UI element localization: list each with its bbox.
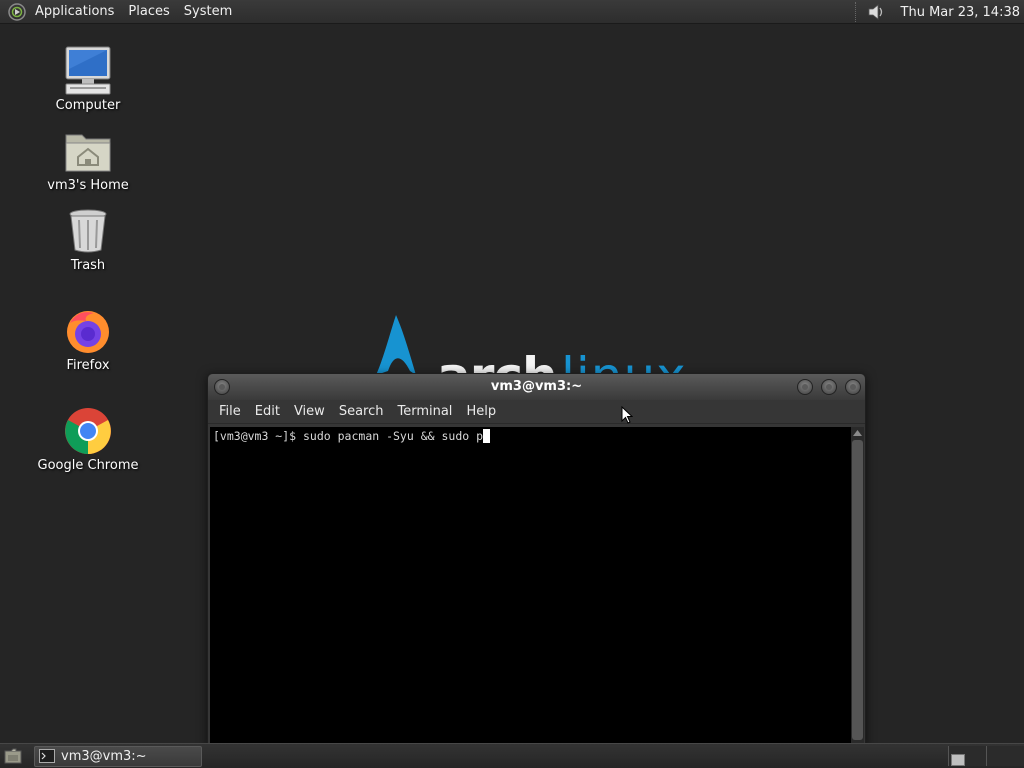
- workspace-1[interactable]: [948, 746, 986, 766]
- show-desktop-icon[interactable]: [2, 745, 24, 767]
- firefox-icon: [62, 305, 114, 357]
- home-folder-icon: [62, 125, 114, 177]
- menu-view[interactable]: View: [287, 400, 332, 424]
- desktop-icon-firefox[interactable]: Firefox: [33, 305, 143, 373]
- terminal-scrollbar[interactable]: [851, 427, 864, 745]
- desktop-icon-label: Computer: [55, 98, 121, 113]
- desktop-icon-home[interactable]: vm3's Home: [33, 125, 143, 193]
- bottom-panel: vm3@vm3:~: [0, 743, 1024, 768]
- computer-icon: [62, 45, 114, 97]
- workspace-2[interactable]: [986, 746, 1024, 766]
- places-menu[interactable]: Places: [121, 0, 176, 24]
- scroll-up-arrow-icon[interactable]: [851, 427, 864, 439]
- menu-help[interactable]: Help: [459, 400, 503, 424]
- text-cursor: [483, 429, 491, 443]
- menu-search[interactable]: Search: [332, 400, 391, 424]
- applications-menu[interactable]: Applications: [28, 0, 121, 24]
- gnome-foot-icon[interactable]: [6, 1, 28, 23]
- desktop-icon-computer[interactable]: Computer: [33, 45, 143, 113]
- menu-edit[interactable]: Edit: [248, 400, 287, 424]
- terminal-command-line: [vm3@vm3 ~]$ sudo pacman -Syu && sudo p: [213, 429, 484, 443]
- volume-icon[interactable]: [863, 1, 889, 23]
- terminal-icon: [39, 749, 55, 763]
- top-panel: Applications Places System Thu Mar 23, 1…: [0, 0, 1024, 24]
- window-title: vm3@vm3:~: [490, 379, 583, 394]
- taskbar-button-terminal[interactable]: vm3@vm3:~: [34, 745, 202, 767]
- desktop-icon-chrome[interactable]: Google Chrome: [33, 405, 143, 473]
- system-menu[interactable]: System: [177, 0, 239, 24]
- mouse-pointer-icon: [621, 406, 633, 424]
- terminal-text-area[interactable]: [vm3@vm3 ~]$ sudo pacman -Syu && sudo p: [210, 427, 852, 745]
- desktop-icon-label: Trash: [70, 258, 106, 273]
- minimize-button[interactable]: [797, 379, 813, 395]
- chrome-icon: [62, 405, 114, 457]
- scrollbar-thumb[interactable]: [852, 440, 863, 740]
- desktop-icon-label: vm3's Home: [47, 178, 129, 193]
- workspace-switcher[interactable]: [948, 746, 1024, 766]
- trash-icon: [62, 205, 114, 257]
- terminal-window[interactable]: vm3@vm3:~ File Edit View Search Terminal…: [207, 373, 866, 745]
- close-button[interactable]: [845, 379, 861, 395]
- menu-file[interactable]: File: [212, 400, 248, 424]
- menu-terminal[interactable]: Terminal: [390, 400, 459, 424]
- desktop-icon-label: Google Chrome: [37, 458, 139, 473]
- taskbar-button-label: vm3@vm3:~: [61, 748, 147, 764]
- desktop-icon-label: Firefox: [66, 358, 110, 373]
- desktop-icon-trash[interactable]: Trash: [33, 205, 143, 273]
- terminal-menubar: File Edit View Search Terminal Help: [208, 400, 865, 424]
- clock[interactable]: Thu Mar 23, 14:38: [893, 5, 1024, 20]
- window-titlebar[interactable]: vm3@vm3:~: [208, 374, 865, 400]
- maximize-button[interactable]: [821, 379, 837, 395]
